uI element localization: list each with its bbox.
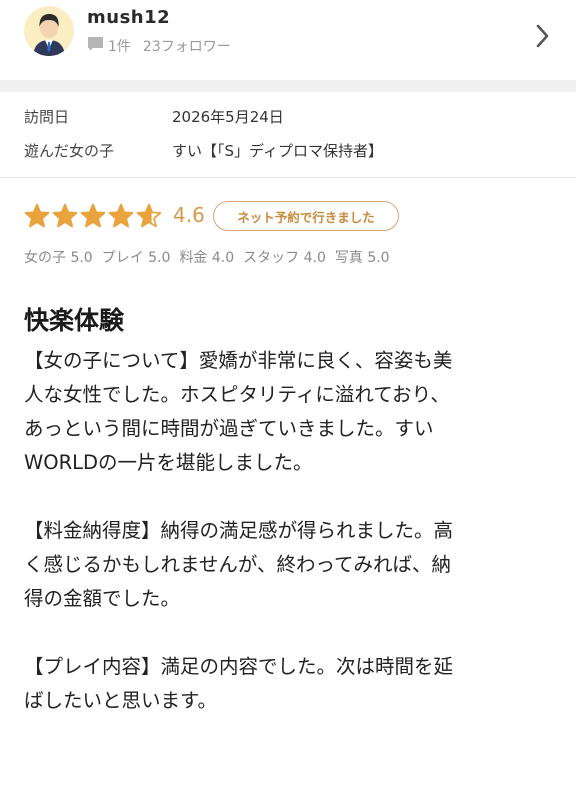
sub-score: 写真 5.0 — [334, 250, 390, 266]
star-icon — [136, 203, 162, 228]
sub-score: 料金 4.0 — [179, 250, 235, 266]
sub-score: プレイ 5.0 — [101, 250, 171, 266]
review-paragraph: 【女の子について】愛嬌が非常に良く、容姿も美 人な女性でした。ホスピタリティに溢… — [24, 349, 453, 474]
divider — [0, 177, 576, 178]
review-page: mush12 1件 23フォロワー 訪問日 2026年5月24日 遊んだ女の子 … — [0, 0, 576, 805]
visit-date-label: 訪問日 — [24, 108, 70, 126]
girl-label: 遊んだ女の子 — [24, 142, 115, 160]
review-paragraph: 【料金納得度】納得の満足感が得られました。高 く感じるかもしれませんが、終わって… — [24, 519, 454, 610]
review-body: 【女の子について】愛嬌が非常に良く、容姿も美 人な女性でした。ホスピタリティに溢… — [24, 344, 554, 718]
review-title: 快楽体験 — [24, 306, 125, 335]
visit-date-value: 2026年5月24日 — [172, 108, 284, 126]
net-reservation-badge: ネット予約で行きました — [213, 201, 399, 231]
review-count: 1件 — [108, 39, 131, 55]
star-icon — [80, 203, 106, 228]
chevron-right-icon[interactable] — [531, 22, 553, 50]
star-icon — [24, 203, 50, 228]
comment-icon — [87, 36, 104, 56]
girl-value[interactable]: すい【「S」ディプロマ保持者】 — [172, 140, 383, 161]
star-icon — [108, 203, 134, 228]
rating-score: 4.6 — [173, 203, 205, 227]
avatar-icon[interactable] — [24, 6, 74, 56]
sub-score: 女の子 5.0 — [24, 250, 93, 266]
section-separator — [0, 80, 576, 92]
follower-count: 23フォロワー — [142, 39, 231, 55]
username[interactable]: mush12 — [87, 7, 170, 28]
reviewer-meta: 1件 23フォロワー — [87, 36, 231, 56]
star-icon — [52, 203, 78, 228]
review-paragraph: 【プレイ内容】満足の内容でした。次は時間を延 ばしたいと思います。 — [24, 655, 454, 712]
star-rating — [24, 203, 162, 229]
sub-score: スタッフ 4.0 — [243, 250, 326, 266]
sub-scores: 女の子 5.0 プレイ 5.0 料金 4.0 スタッフ 4.0 写真 5.0 — [24, 247, 390, 267]
reviewer-header[interactable]: mush12 1件 23フォロワー — [0, 0, 576, 80]
